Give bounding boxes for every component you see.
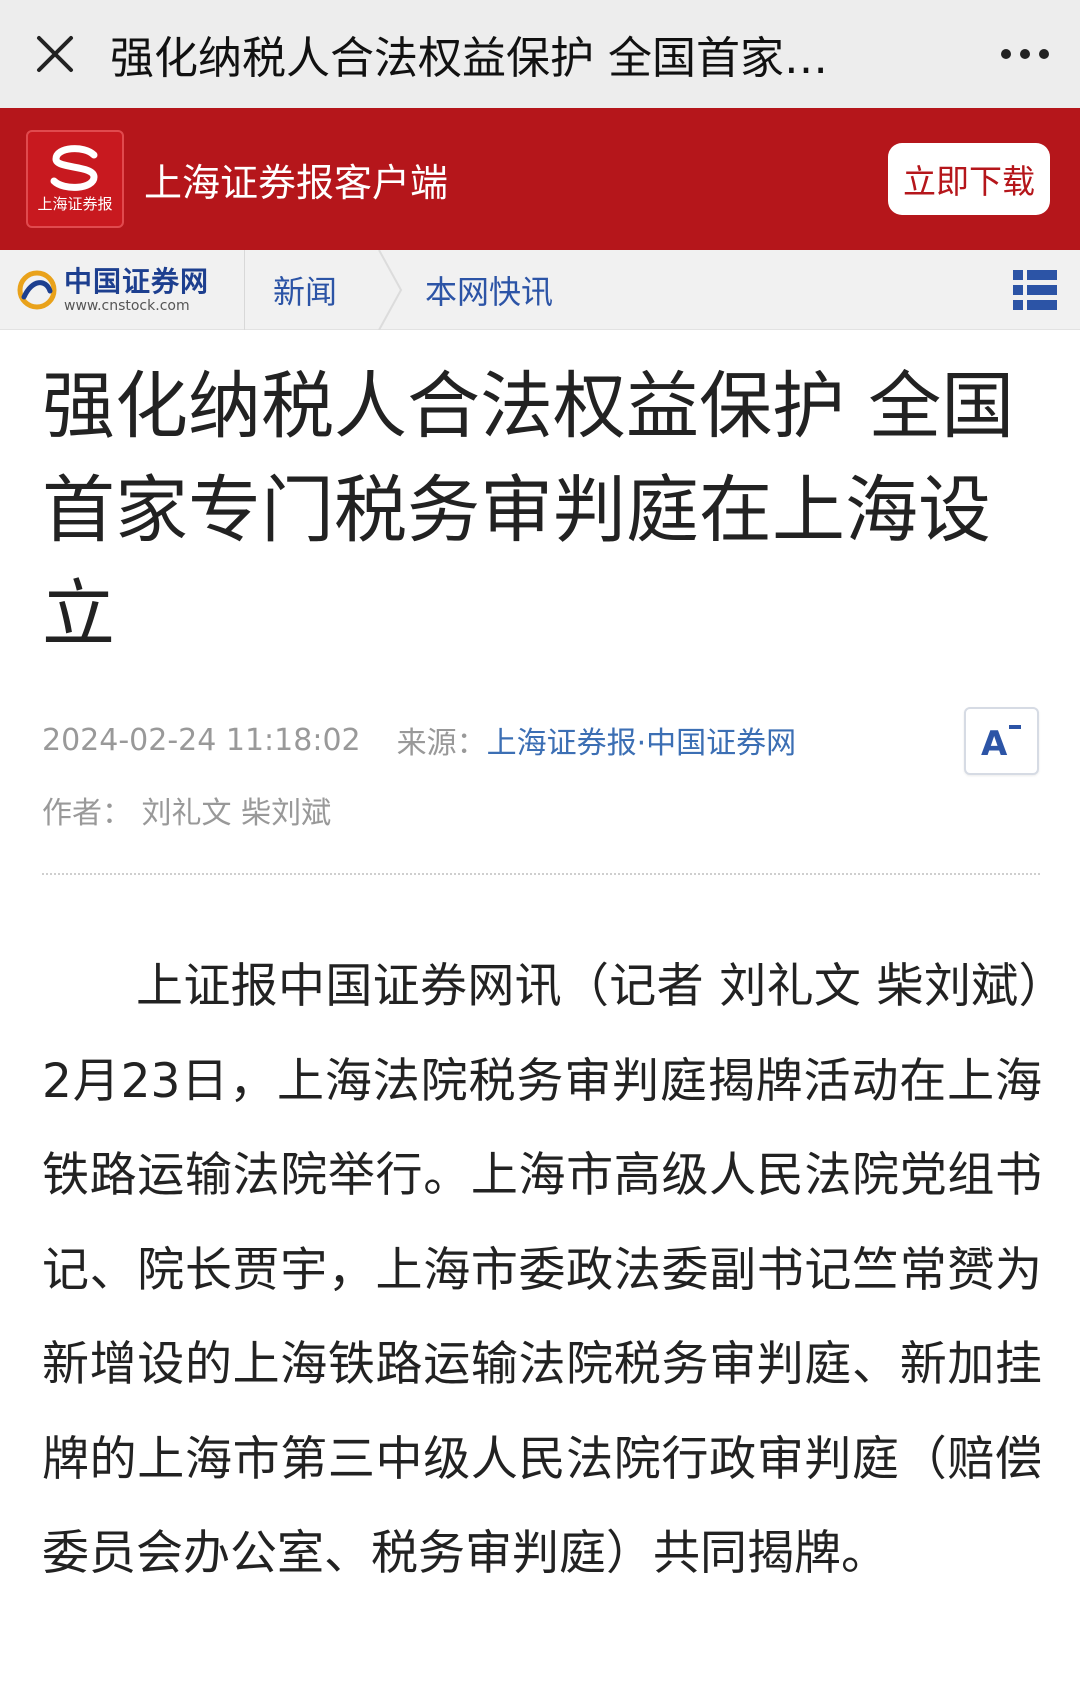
page-title: 强化纳税人合法权益保护 全国首家… [110,33,828,84]
logo-s-icon [50,144,98,191]
list-menu-icon [1013,269,1057,310]
article-body: 上证报中国证券网讯（记者 刘礼文 柴刘斌）2月23日，上海法院税务审判庭揭牌活动… [42,959,1042,1581]
menu-button[interactable] [990,250,1080,330]
app-logo: 上海证券报 [26,130,124,228]
breadcrumb-news[interactable]: 新闻 [245,250,375,330]
site-name: 中国证券网 [64,264,210,298]
breadcrumb-flash-news[interactable]: 本网快讯 [405,250,990,330]
publish-date: 2024-02-24 11:18:02 [42,722,361,758]
font-size-button[interactable]: A [964,707,1039,775]
download-button[interactable]: 立即下载 [888,143,1050,215]
site-logo[interactable]: 中国证券网 www.cnstock.com [0,249,245,330]
divider [42,873,1040,875]
breadcrumb-separator-icon [378,249,403,330]
close-button[interactable] [0,0,110,108]
source-label: 来源： [396,726,487,761]
logo-text: 上海证券报 [37,194,113,213]
app-download-banner: 上海证券报 上海证券报客户端 立即下载 [0,108,1080,250]
site-url: www.cnstock.com [64,297,190,314]
site-logo-swirl-icon [17,270,57,309]
more-options-button[interactable] [970,0,1080,108]
svg-text:A: A [981,724,1008,761]
font-size-icon: A [981,724,1021,761]
author-line: 作者： 刘礼文 柴刘斌 [42,796,332,831]
article-meta: 2024-02-24 11:18:02 来源： 上海证券报·中国证券网 [42,718,796,762]
site-navigation: 中国证券网 www.cnstock.com 新闻 本网快讯 [0,249,1080,330]
close-icon [37,36,73,72]
article-headline: 强化纳税人合法权益保护 全国首家专门税务审判庭在上海设立 [42,364,1015,657]
app-name: 上海证券报客户端 [144,160,449,205]
more-dots-icon [1001,49,1049,59]
source-link[interactable]: 上海证券报·中国证券网 [487,718,797,762]
top-navigation-bar: 强化纳税人合法权益保护 全国首家… [0,0,1080,108]
